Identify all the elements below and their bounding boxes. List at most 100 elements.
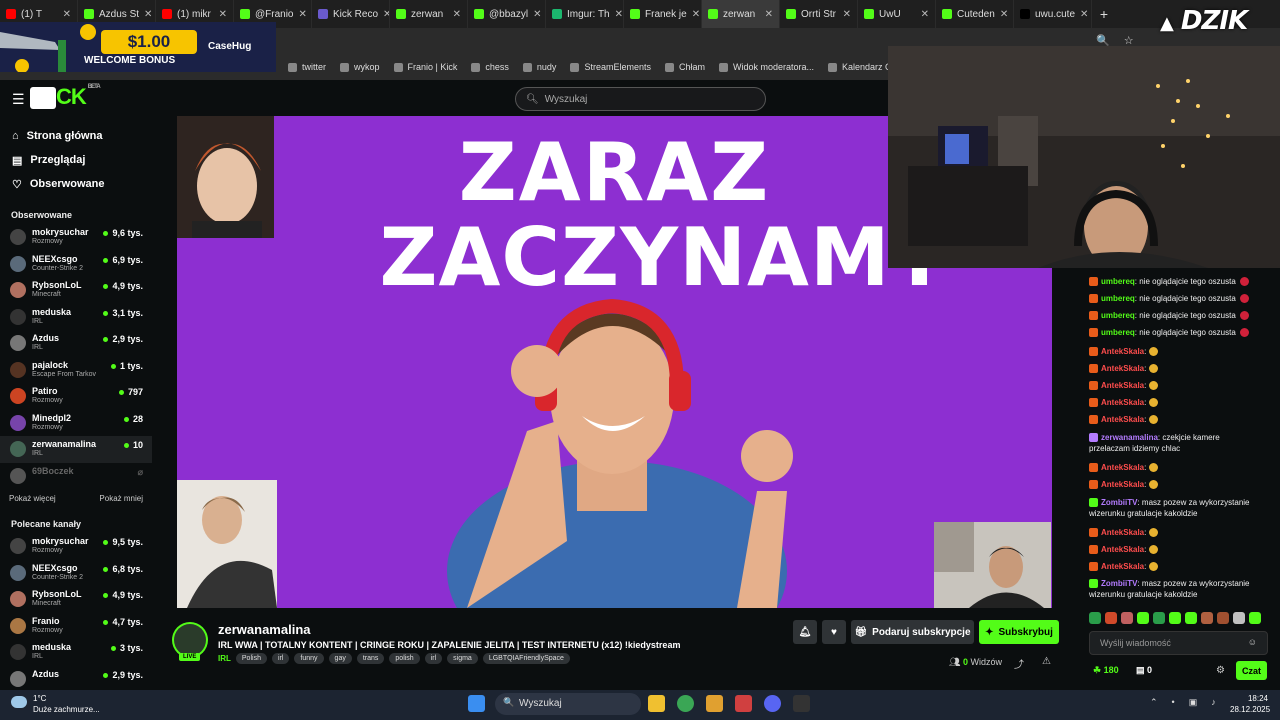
close-tab-icon[interactable]: ✕ <box>615 9 623 20</box>
stream-tag[interactable]: funny <box>294 653 324 664</box>
stream-tag[interactable]: irl <box>271 653 290 664</box>
menu-icon[interactable]: ☰ <box>12 91 25 108</box>
chat-send-button[interactable]: Czat <box>1236 661 1267 680</box>
network-icon[interactable]: ▣ <box>1189 697 1198 708</box>
subscribe-button[interactable]: ✦ Subskrybuj <box>979 620 1059 644</box>
chat-username[interactable]: zerwanamalina <box>1101 433 1158 442</box>
sidebar-channel[interactable]: Azdus IRL 2,9 tys. <box>0 330 152 357</box>
gift-subscription-button[interactable]: 🎁︎ Podaruj subskrypcje <box>851 620 974 644</box>
bookmark-item[interactable]: Chłam <box>664 62 705 72</box>
browser-tab[interactable]: zerwan ✕ <box>702 0 780 28</box>
chat-username[interactable]: AntekSkala <box>1101 398 1144 407</box>
chat-username[interactable]: umbereq <box>1101 328 1135 337</box>
sidebar-channel[interactable]: pajalock Escape From Tarkov 1 tys. <box>0 357 152 384</box>
chat-username[interactable]: umbereq <box>1101 294 1135 303</box>
sidebar-channel[interactable]: Franio Rozmowy 4,7 tys. <box>0 613 152 640</box>
browser-tab[interactable]: Imgur: Th ✕ <box>546 0 624 28</box>
sidebar-channel[interactable]: meduska IRL 3 tys. <box>0 639 152 666</box>
close-tab-icon[interactable]: ✕ <box>1080 9 1088 20</box>
sidebar-channel[interactable]: Patiro Rozmowy 797 <box>0 383 152 410</box>
volume-icon[interactable]: ♪ <box>1211 697 1216 708</box>
emote-icon[interactable] <box>1249 612 1261 624</box>
bookmark-item[interactable]: nudy <box>522 62 556 72</box>
app-icon[interactable] <box>706 695 723 712</box>
stream-tag[interactable]: trans <box>356 653 385 664</box>
stream-tag[interactable]: LGBTQIAFriendlySpace <box>482 653 570 664</box>
chat-username[interactable]: AntekSkala <box>1101 562 1144 571</box>
emote-icon[interactable] <box>1153 612 1165 624</box>
chevron-up-icon[interactable]: ⌃ <box>1150 697 1158 708</box>
show-less-button[interactable]: Pokaż mniej <box>99 494 143 503</box>
close-tab-icon[interactable]: ✕ <box>843 9 851 20</box>
microphone-icon[interactable]: • <box>1172 697 1175 708</box>
chat-username[interactable]: ZombiiTV <box>1101 579 1137 588</box>
sidebar-channel[interactable]: mokrysuchar Rozmowy 9,6 tys. <box>0 224 152 251</box>
sidebar-nav-item[interactable]: ⌂ Strona główna <box>0 124 152 148</box>
streamer-name[interactable]: zerwanamalina <box>218 622 311 637</box>
bookmark-item[interactable]: wykop <box>340 62 380 72</box>
chat-username[interactable]: umbereq <box>1101 277 1135 286</box>
chrome-icon[interactable] <box>677 695 694 712</box>
browser-tab[interactable]: Kick Reco ✕ <box>312 0 390 28</box>
browser-tab[interactable]: UwU ✕ <box>858 0 936 28</box>
new-tab-button[interactable]: + <box>1092 6 1116 22</box>
channel-points[interactable]: ☘ 180 <box>1093 665 1119 676</box>
chat-settings-icon[interactable]: ⚙ <box>1216 665 1225 676</box>
browser-tab[interactable]: zerwan ✕ <box>390 0 468 28</box>
windows-start-icon[interactable] <box>468 695 485 712</box>
sidebar-channel[interactable]: meduska IRL 3,1 tys. <box>0 304 152 331</box>
close-tab-icon[interactable]: ✕ <box>692 9 700 20</box>
browser-tab[interactable]: uwu.cute ✕ <box>1014 0 1092 28</box>
emote-icon[interactable] <box>1185 612 1197 624</box>
app-icon[interactable] <box>735 695 752 712</box>
close-tab-icon[interactable]: ✕ <box>765 9 773 20</box>
chat-username[interactable]: AntekSkala <box>1101 347 1144 356</box>
report-icon[interactable]: ⚠︎ <box>1042 656 1051 667</box>
kick-logo[interactable]: CK BETA <box>30 84 101 110</box>
bookmark-item[interactable]: twitter <box>288 62 326 72</box>
sidebar-channel[interactable]: mokrysuchar Rozmowy 9,5 tys. <box>0 533 152 560</box>
emote-icon[interactable] <box>1105 612 1117 624</box>
close-tab-icon[interactable]: ✕ <box>1000 9 1008 20</box>
chat-username[interactable]: AntekSkala <box>1101 480 1144 489</box>
browser-tab[interactable]: Orrti Str ✕ <box>780 0 858 28</box>
chat-username[interactable]: AntekSkala <box>1101 463 1144 472</box>
sidebar-channel[interactable]: Azdus 2,9 tys. <box>0 666 152 693</box>
taskbar-clock[interactable]: 18:24 28.12.2025 <box>1230 693 1270 715</box>
bookmark-item[interactable]: Franio | Kick <box>393 62 457 72</box>
stream-category[interactable]: IRL <box>218 654 231 663</box>
chat-input[interactable]: Wyślij wiadomość ☺ <box>1089 631 1268 655</box>
browser-tab[interactable]: Franek je ✕ <box>624 0 702 28</box>
bookmark-item[interactable]: chess <box>471 62 509 72</box>
sidebar-channel[interactable]: Minedpl2 Rozmowy 28 <box>0 410 152 437</box>
stream-tag[interactable]: irl <box>424 653 443 664</box>
chat-username[interactable]: AntekSkala <box>1101 364 1144 373</box>
sidebar-channel[interactable]: RybsonLoL Minecraft 4,9 tys. <box>0 277 152 304</box>
stream-tag[interactable]: Polish <box>235 653 267 664</box>
emote-picker-icon[interactable]: ☺ <box>1248 637 1257 647</box>
chest-count[interactable]: ▤ 0 <box>1136 665 1152 676</box>
weather-widget[interactable]: 1°C Duże zachmurze... <box>11 693 100 715</box>
ad-amount[interactable]: $1.00 <box>101 30 197 54</box>
chat-username[interactable]: umbereq <box>1101 311 1135 320</box>
browser-tab[interactable]: @bbazyl ✕ <box>468 0 546 28</box>
emote-icon[interactable] <box>1201 612 1213 624</box>
close-tab-icon[interactable]: ✕ <box>533 9 541 20</box>
sidebar-channel[interactable]: NEEXcsgo Counter-Strike 2 6,8 tys. <box>0 560 152 587</box>
close-tab-icon[interactable]: ✕ <box>63 9 71 20</box>
stream-tag[interactable]: polish <box>389 653 420 664</box>
chat-username[interactable]: ZombiiTV <box>1101 498 1137 507</box>
bookmark-item[interactable]: StreamElements <box>570 62 651 72</box>
close-tab-icon[interactable]: ✕ <box>453 9 461 20</box>
search-input[interactable]: 🔍︎ Wyszukaj <box>515 87 766 111</box>
file-explorer-icon[interactable] <box>648 695 665 712</box>
discord-icon[interactable] <box>764 695 781 712</box>
emote-icon[interactable] <box>1089 612 1101 624</box>
show-more-button[interactable]: Pokaż więcej <box>9 494 56 503</box>
chat-username[interactable]: AntekSkala <box>1101 415 1144 424</box>
emote-icon[interactable] <box>1137 612 1149 624</box>
emote-icon[interactable] <box>1217 612 1229 624</box>
close-tab-icon[interactable]: ✕ <box>921 9 929 20</box>
sidebar-channel[interactable]: RybsonLoL Minecraft 4,9 tys. <box>0 586 152 613</box>
bookmark-item[interactable]: Widok moderatora... <box>718 62 814 72</box>
